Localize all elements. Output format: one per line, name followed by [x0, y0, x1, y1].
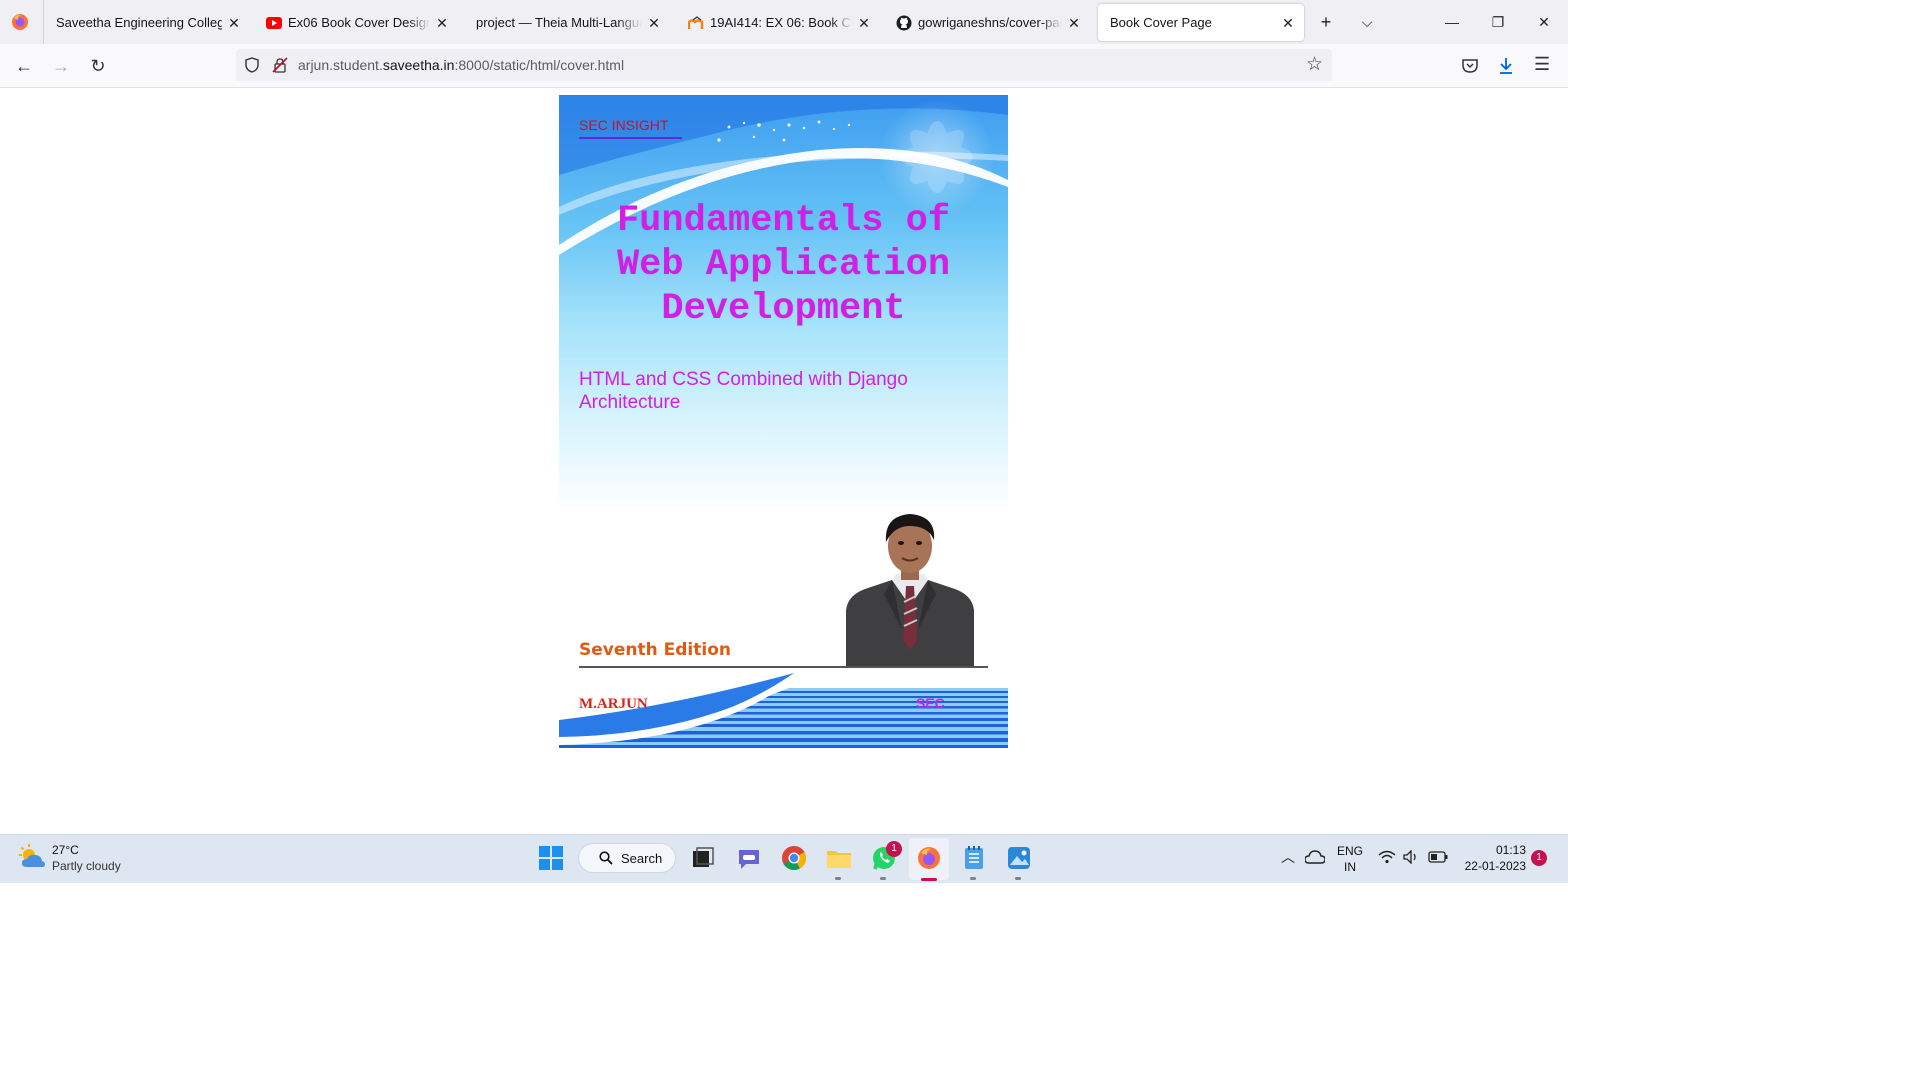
tab-label: Book Cover Page	[1110, 15, 1212, 30]
task-view-icon[interactable]	[690, 845, 716, 871]
running-indicator	[880, 877, 886, 880]
running-indicator	[970, 877, 976, 880]
tab-moodle[interactable]: 19AI414: EX 06: Book Cover Page ✕	[676, 4, 880, 41]
tab-strip: Saveetha Engineering College ✕ Ex06 Book…	[0, 0, 1568, 44]
notification-badge[interactable]: 1	[1531, 850, 1547, 866]
navigation-bar: ← → ↻ arjun.student.saveetha.in:8000/sta…	[0, 44, 1568, 88]
close-window-icon[interactable]: ✕	[1531, 9, 1557, 35]
taskbar-search[interactable]: Search	[578, 843, 676, 873]
wifi-icon[interactable]	[1378, 850, 1396, 864]
url-host: saveetha.in	[382, 57, 455, 73]
downloads-icon[interactable]	[1497, 56, 1515, 76]
whatsapp-badge: 1	[886, 841, 902, 857]
onedrive-cloud-icon[interactable]	[1305, 850, 1325, 864]
moodle-icon	[688, 15, 704, 31]
author-photo	[844, 510, 976, 668]
chrome-icon[interactable]	[781, 845, 807, 871]
url-text[interactable]: arjun.student.saveetha.in:8000/static/ht…	[298, 57, 624, 73]
partly-cloudy-icon[interactable]	[18, 843, 46, 871]
clock-time[interactable]: 01:13	[1486, 843, 1526, 857]
windows-start-icon[interactable]	[538, 845, 564, 871]
running-indicator	[1015, 877, 1021, 880]
close-tab-icon[interactable]: ✕	[1280, 15, 1296, 31]
shield-icon[interactable]	[244, 57, 260, 73]
close-tab-icon[interactable]: ✕	[646, 15, 662, 31]
bookmark-star-icon[interactable]: ☆	[1306, 53, 1323, 76]
title-line: Web Application	[616, 244, 951, 286]
tab-label: Saveetha Engineering College	[56, 15, 222, 30]
title-line: Development	[661, 288, 906, 330]
search-icon	[599, 851, 613, 865]
pocket-icon[interactable]	[1461, 57, 1479, 75]
language-line1[interactable]: ENG	[1336, 844, 1364, 858]
author-name: M.ARJUN	[579, 696, 648, 712]
weather-temp[interactable]: 27°C	[52, 843, 79, 857]
back-icon[interactable]: ←	[12, 54, 36, 78]
restore-icon[interactable]: ❐	[1485, 9, 1511, 35]
running-indicator	[835, 877, 841, 880]
publisher-label: SEC	[916, 695, 945, 711]
firefox-icon[interactable]	[916, 845, 942, 871]
forward-icon[interactable]: →	[49, 54, 73, 78]
new-tab-icon[interactable]: +	[1315, 11, 1337, 33]
file-explorer-icon[interactable]	[826, 845, 852, 871]
youtube-icon	[266, 15, 282, 31]
insecure-lock-icon[interactable]	[272, 57, 288, 73]
book-cover: SEC INSIGHT Fundamentals of Web Applicat…	[559, 95, 1008, 748]
tab-label: project — Theia Multi-Language	[476, 15, 642, 30]
book-subtitle: HTML and CSS Combined with Django Archit…	[579, 369, 908, 413]
edition-label: Seventh Edition	[579, 640, 731, 660]
taskbar: 27°C Partly cloudy Search 1 ︿ ENG IN 01:…	[0, 834, 1568, 883]
app-menu-icon[interactable]: ☰	[1534, 54, 1550, 75]
weather-desc[interactable]: Partly cloudy	[52, 859, 121, 873]
active-app-indicator	[921, 878, 937, 881]
volume-icon[interactable]	[1403, 850, 1419, 864]
url-prefix: arjun.student.	[298, 57, 383, 73]
book-title: Fundamentals of Web Application Developm…	[559, 199, 1008, 331]
close-tab-icon[interactable]: ✕	[1066, 15, 1082, 31]
teams-chat-icon[interactable]	[736, 845, 762, 871]
firefox-menu-icon[interactable]	[8, 10, 32, 34]
reload-icon[interactable]: ↻	[86, 54, 110, 78]
close-tab-icon[interactable]: ✕	[856, 15, 872, 31]
tab-theia[interactable]: project — Theia Multi-Language ✕	[464, 4, 670, 41]
github-icon	[896, 15, 912, 31]
url-bar[interactable]: arjun.student.saveetha.in:8000/static/ht…	[236, 49, 1332, 81]
title-line: Fundamentals of	[616, 200, 951, 242]
photos-icon[interactable]	[1006, 845, 1032, 871]
tab-label: 19AI414: EX 06: Book Cover Page	[710, 15, 852, 30]
tab-youtube[interactable]: Ex06 Book Cover Design - YouTube ✕	[254, 4, 458, 41]
list-tabs-icon[interactable]: ⌵	[1356, 11, 1378, 33]
close-tab-icon[interactable]: ✕	[434, 15, 450, 31]
tab-saveetha[interactable]: Saveetha Engineering College ✕	[44, 4, 250, 41]
url-suffix: :8000/static/html/cover.html	[454, 57, 625, 73]
tab-github[interactable]: gowriganeshns/cover-page ✕	[884, 4, 1090, 41]
tab-label: gowriganeshns/cover-page	[918, 15, 1062, 30]
clock-date[interactable]: 22-01-2023	[1456, 859, 1526, 873]
notepad-icon[interactable]	[961, 845, 987, 871]
show-hidden-icons-icon[interactable]: ︿	[1281, 847, 1295, 867]
tab-book-cover[interactable]: Book Cover Page ✕	[1098, 4, 1304, 41]
battery-icon[interactable]	[1428, 851, 1448, 863]
tab-label: Ex06 Book Cover Design - YouTube	[288, 15, 430, 30]
language-line2[interactable]: IN	[1336, 860, 1364, 874]
close-tab-icon[interactable]: ✕	[226, 15, 242, 31]
search-label: Search	[621, 851, 663, 866]
brand-label: SEC INSIGHT	[579, 117, 682, 139]
minimize-icon[interactable]: —	[1439, 9, 1465, 35]
divider	[579, 666, 988, 668]
